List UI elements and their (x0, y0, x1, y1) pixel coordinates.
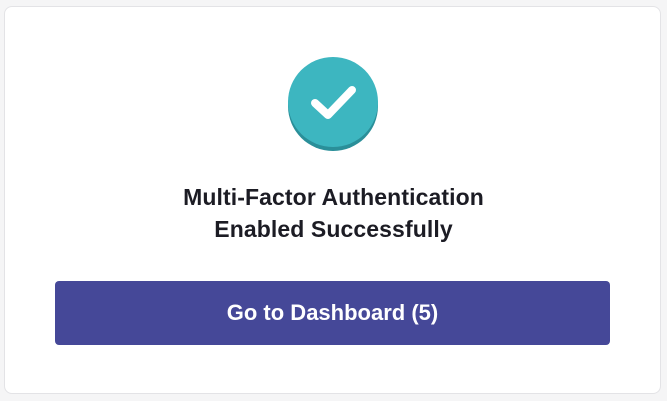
success-card: Multi-Factor Authentication Enabled Succ… (4, 6, 661, 394)
success-message: Multi-Factor Authentication Enabled Succ… (5, 181, 662, 245)
checkmark-circle-icon (288, 57, 378, 151)
success-title-line2: Enabled Successfully (214, 216, 453, 242)
go-to-dashboard-button[interactable]: Go to Dashboard (5) (55, 281, 610, 345)
success-title-line1: Multi-Factor Authentication (183, 184, 484, 210)
